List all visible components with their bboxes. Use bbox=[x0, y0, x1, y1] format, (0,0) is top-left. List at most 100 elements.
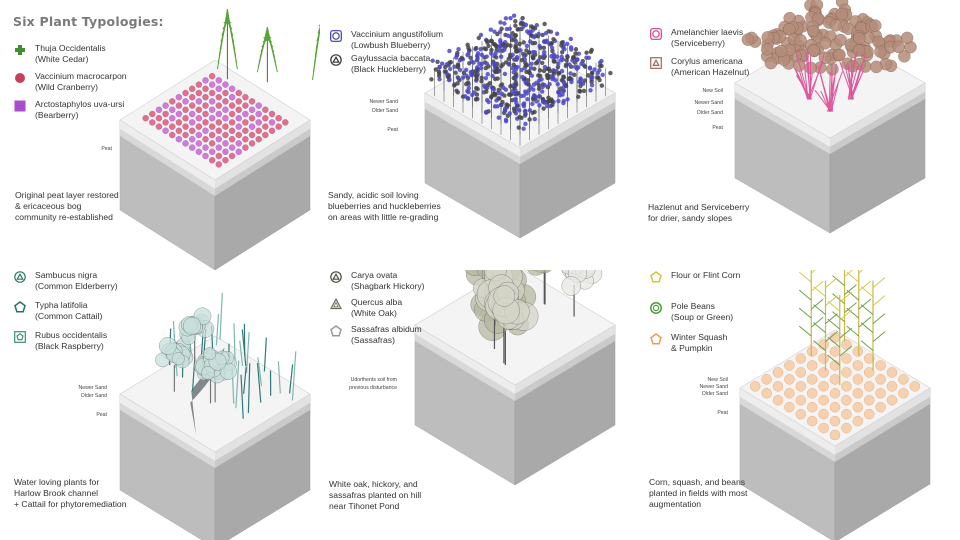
legend-label: Vaccinium macrocarpon (Wild Cranberry) bbox=[35, 71, 127, 93]
caption-line: community re-established bbox=[15, 212, 113, 222]
caption-line: augmentation bbox=[649, 499, 702, 509]
circle-in-square-icon bbox=[330, 30, 342, 42]
typology-panel: Vaccinium angustifolium (Lowbush Blueberr… bbox=[320, 0, 640, 270]
typology-caption: White oak, hickory, and sassafras planted… bbox=[329, 479, 559, 512]
common-name: (Common Cattail) bbox=[35, 311, 103, 321]
caption-line: near Tihonet Pond bbox=[329, 501, 400, 511]
soil-layer-label: New Soil bbox=[702, 88, 723, 94]
soil-layer-label: Peat bbox=[712, 125, 723, 131]
common-name: (Lowbush Blueberry) bbox=[351, 40, 431, 50]
soil-layer-label: Older Sand bbox=[701, 391, 728, 397]
species-name: Amelanchier laevis bbox=[671, 27, 744, 37]
common-name: & Pumpkin bbox=[671, 343, 713, 353]
caption-line: Corn, squash, and beans bbox=[649, 477, 746, 487]
legend-label: Thuja Occidentalis (White Cedar) bbox=[35, 43, 106, 65]
legend-label: Vaccinium angustifolium (Lowbush Blueberr… bbox=[351, 29, 443, 51]
soil-layer-label: Older Sand bbox=[696, 110, 723, 116]
typology-panel: Amelanchier laevis (Serviceberry) Corylus … bbox=[640, 0, 960, 270]
soil-layer-label: Peat bbox=[96, 412, 107, 418]
caption-line: blueberries and huckleberries bbox=[328, 201, 441, 211]
soil-layer-label: Older Sand bbox=[80, 393, 107, 399]
typology-caption: Hazlenut and Serviceberry for drier, sand… bbox=[648, 202, 878, 224]
soil-layer-label: Peat bbox=[387, 127, 398, 133]
triangle-in-circle-icon bbox=[330, 271, 342, 283]
typology-caption: Corn, squash, and beans planted in fields… bbox=[649, 477, 879, 510]
legend-label: Quercus alba (White Oak) bbox=[351, 297, 402, 319]
circle-in-square-icon bbox=[650, 28, 662, 40]
species-name: Flour or Flint Corn bbox=[671, 270, 741, 280]
species-name: Sambucus nigra bbox=[35, 270, 98, 280]
typology-caption: Original peat layer restored & ericaceous… bbox=[15, 190, 245, 223]
common-name: (Black Huckleberry) bbox=[351, 64, 426, 74]
legend-label: Corylus americana (American Hazelnut) bbox=[671, 56, 749, 78]
caption-line: Hazlenut and Serviceberry bbox=[648, 202, 750, 212]
triangle-in-square-icon bbox=[650, 57, 662, 69]
caption-line: White oak, hickory, and bbox=[329, 479, 418, 489]
species-name: Vaccinium angustifolium bbox=[351, 29, 444, 39]
caption-line: & ericaceous bog bbox=[15, 201, 82, 211]
common-name: (Sassafras) bbox=[351, 335, 395, 345]
species-name: Carya ovata bbox=[351, 270, 398, 280]
species-name: Rubus occidentalis bbox=[35, 330, 108, 340]
soil-layer-label: Older Sand bbox=[371, 108, 398, 114]
species-name: Corylus americana bbox=[671, 56, 743, 66]
legend-label: Arctostaphylos uva-ursi (Bearberry) bbox=[35, 99, 124, 121]
soil-layer-label: New Soil bbox=[707, 377, 728, 383]
caption-line: Sandy, acidic soil loving bbox=[328, 190, 419, 200]
soil-layer-label: Newer Sand bbox=[694, 100, 723, 106]
species-name: Sassafras albidum bbox=[351, 324, 422, 334]
species-name: Arctostaphylos uva-ursi bbox=[35, 99, 125, 109]
common-name: (Shagbark Hickory) bbox=[351, 281, 425, 291]
typology-caption: Water loving plants for Harlow Brook chan… bbox=[14, 477, 244, 510]
triangle-icon bbox=[330, 298, 342, 310]
species-name: Thuja Occidentalis bbox=[35, 43, 106, 53]
soil-block bbox=[119, 59, 311, 270]
legend-label: Amelanchier laevis (Serviceberry) bbox=[671, 27, 743, 49]
pentagon-icon bbox=[14, 301, 26, 313]
legend-label: Gaylussacia baccata (Black Huckleberry) bbox=[351, 53, 430, 75]
legend-label: Sassafras albidum (Sassafras) bbox=[351, 324, 422, 346]
typology-caption: Sandy, acidic soil loving blueberries and… bbox=[328, 190, 558, 223]
common-name: (Black Raspberry) bbox=[35, 341, 104, 351]
circle-icon bbox=[14, 72, 26, 84]
pentagon-icon bbox=[330, 325, 342, 337]
legend-label: Sambucus nigra (Common Elderberry) bbox=[35, 270, 118, 292]
common-name: (White Oak) bbox=[351, 308, 397, 318]
soil-layer-label: Peat bbox=[101, 146, 112, 152]
triangle-in-circle-icon bbox=[14, 271, 26, 283]
species-name: Vaccinium macrocarpon bbox=[35, 71, 127, 81]
soil-layer-label: Udorthents soil from bbox=[350, 377, 397, 383]
common-name: (Serviceberry) bbox=[671, 38, 725, 48]
species-name: Pole Beans bbox=[671, 301, 715, 311]
caption-line: Harlow Brook channel bbox=[14, 488, 99, 498]
triangle-in-circle-icon bbox=[330, 54, 342, 66]
caption-line: on areas with little re-grading bbox=[328, 212, 439, 222]
common-name: (Bearberry) bbox=[35, 110, 79, 120]
legend-label: Carya ovata (Shagbark Hickory) bbox=[351, 270, 425, 292]
cross-icon bbox=[14, 44, 26, 56]
common-name: (Wild Cranberry) bbox=[35, 82, 99, 92]
common-name: (Soup or Green) bbox=[671, 312, 734, 322]
legend-label: Rubus occidentalis (Black Raspberry) bbox=[35, 330, 107, 352]
soil-section-diagram bbox=[119, 9, 320, 270]
species-name: Gaylussacia baccata bbox=[351, 53, 431, 63]
caption-line: planted in fields with most bbox=[649, 488, 748, 498]
pentagon-icon bbox=[650, 271, 662, 283]
typology-panel: Carya ovata (Shagbark Hickory) Quercus alb… bbox=[320, 270, 640, 540]
caption-line: + Cattail for phytoremediation bbox=[14, 499, 127, 509]
typology-panel: Flour or Flint Corn Pole Beans (Soup or Gr… bbox=[640, 270, 960, 540]
caption-line: sassafras planted on hill bbox=[329, 490, 422, 500]
legend-label: Winter Squash & Pumpkin bbox=[671, 332, 727, 354]
soil-layer-label: Newer Sand bbox=[369, 99, 398, 105]
pentagon-icon bbox=[650, 333, 662, 345]
soil-layer-label: Newer Sand bbox=[699, 384, 728, 390]
species-name: Winter Squash bbox=[671, 332, 728, 342]
circle-in-circle-icon bbox=[650, 302, 662, 314]
species-name: Typha latifolia bbox=[35, 300, 88, 310]
soil-layer-label: Peat bbox=[717, 410, 728, 416]
species-name: Quercus alba bbox=[351, 297, 403, 307]
common-name: (Common Elderberry) bbox=[35, 281, 118, 291]
caption-line: for drier, sandy slopes bbox=[648, 213, 733, 223]
legend-label: Flour or Flint Corn bbox=[671, 270, 740, 281]
typology-panel: Sambucus nigra (Common Elderberry) Typha l… bbox=[0, 270, 320, 540]
